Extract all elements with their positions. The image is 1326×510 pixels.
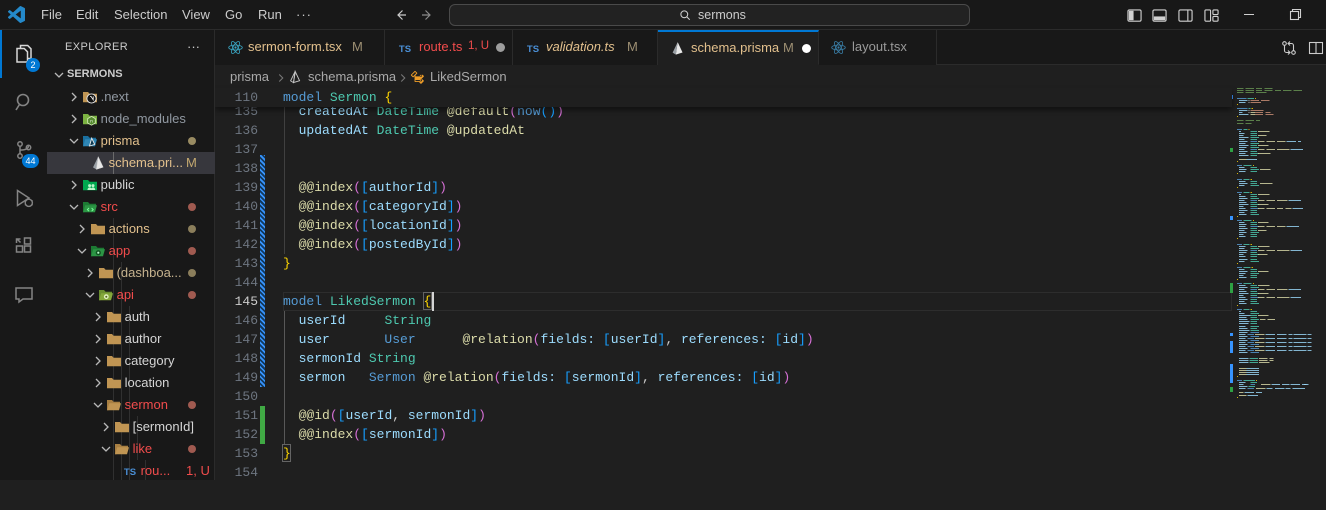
svg-text:TS: TS [399, 44, 411, 55]
svg-text:TS: TS [124, 467, 136, 478]
svg-text:TS: TS [527, 44, 539, 55]
